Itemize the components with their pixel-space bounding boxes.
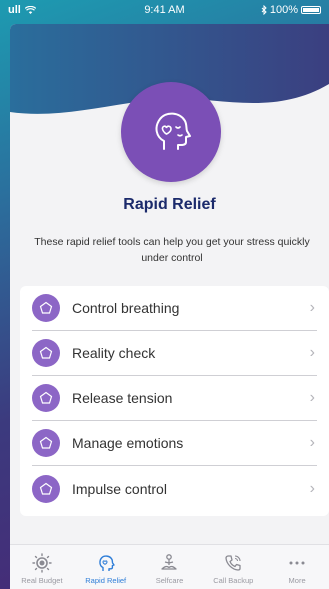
chevron-right-icon: › bbox=[309, 389, 315, 406]
tool-label: Release tension bbox=[72, 390, 173, 406]
tab-label: Real Budget bbox=[21, 576, 63, 585]
main-card: Rapid Relief These rapid relief tools ca… bbox=[10, 24, 329, 544]
pentagon-icon bbox=[32, 339, 60, 367]
tool-item-release-tension[interactable]: Release tension › bbox=[32, 376, 317, 421]
tool-item-manage-emotions[interactable]: Manage emotions › bbox=[32, 421, 317, 466]
head-icon bbox=[98, 555, 115, 571]
meditation-icon bbox=[161, 554, 178, 570]
tool-item-control-breathing[interactable]: Control breathing › bbox=[32, 286, 317, 331]
tool-label: Reality check bbox=[72, 345, 156, 361]
tool-label: Manage emotions bbox=[72, 435, 184, 451]
bottom-tab-bar: Real Budget Rapid Relief Selfcare Call B… bbox=[10, 544, 329, 589]
relief-tools-list: Control breathing › Reality check › Rele… bbox=[20, 286, 329, 516]
more-icon bbox=[289, 561, 305, 565]
status-bar: ull 9:41 AM 100% bbox=[0, 0, 329, 20]
tab-more[interactable]: More bbox=[265, 545, 329, 589]
status-time: 9:41 AM bbox=[144, 4, 185, 16]
hero-head-badge bbox=[121, 82, 221, 182]
tab-real-budget[interactable]: Real Budget bbox=[10, 545, 74, 589]
pentagon-icon bbox=[32, 429, 60, 457]
tab-label: Call Backup bbox=[213, 576, 254, 585]
calm-head-icon bbox=[155, 112, 191, 150]
chevron-right-icon: › bbox=[309, 479, 315, 497]
page-title: Rapid Relief bbox=[123, 196, 216, 213]
pentagon-icon bbox=[32, 474, 60, 503]
tab-call-backup[interactable]: Call Backup bbox=[201, 545, 265, 589]
tool-label: Control breathing bbox=[72, 300, 180, 316]
chevron-right-icon: › bbox=[309, 344, 315, 361]
tool-item-impulse-control[interactable]: Impulse control › bbox=[32, 466, 317, 511]
pentagon-icon bbox=[32, 294, 60, 322]
tab-label: More bbox=[288, 576, 306, 585]
chevron-right-icon: › bbox=[309, 434, 315, 451]
page-subtitle: These rapid relief tools can help you ge… bbox=[34, 236, 310, 264]
tool-label: Impulse control bbox=[72, 480, 167, 497]
pentagon-icon bbox=[32, 384, 60, 412]
phone-icon bbox=[225, 555, 241, 571]
tab-selfcare[interactable]: Selfcare bbox=[138, 545, 202, 589]
tab-label: Selfcare bbox=[155, 576, 184, 585]
battery-icon bbox=[301, 6, 321, 14]
chevron-right-icon: › bbox=[309, 299, 315, 316]
tool-item-reality-check[interactable]: Reality check › bbox=[32, 331, 317, 376]
tab-label: Rapid Relief bbox=[85, 576, 127, 585]
sun-icon bbox=[32, 553, 52, 573]
tab-rapid-relief[interactable]: Rapid Relief bbox=[74, 545, 138, 589]
